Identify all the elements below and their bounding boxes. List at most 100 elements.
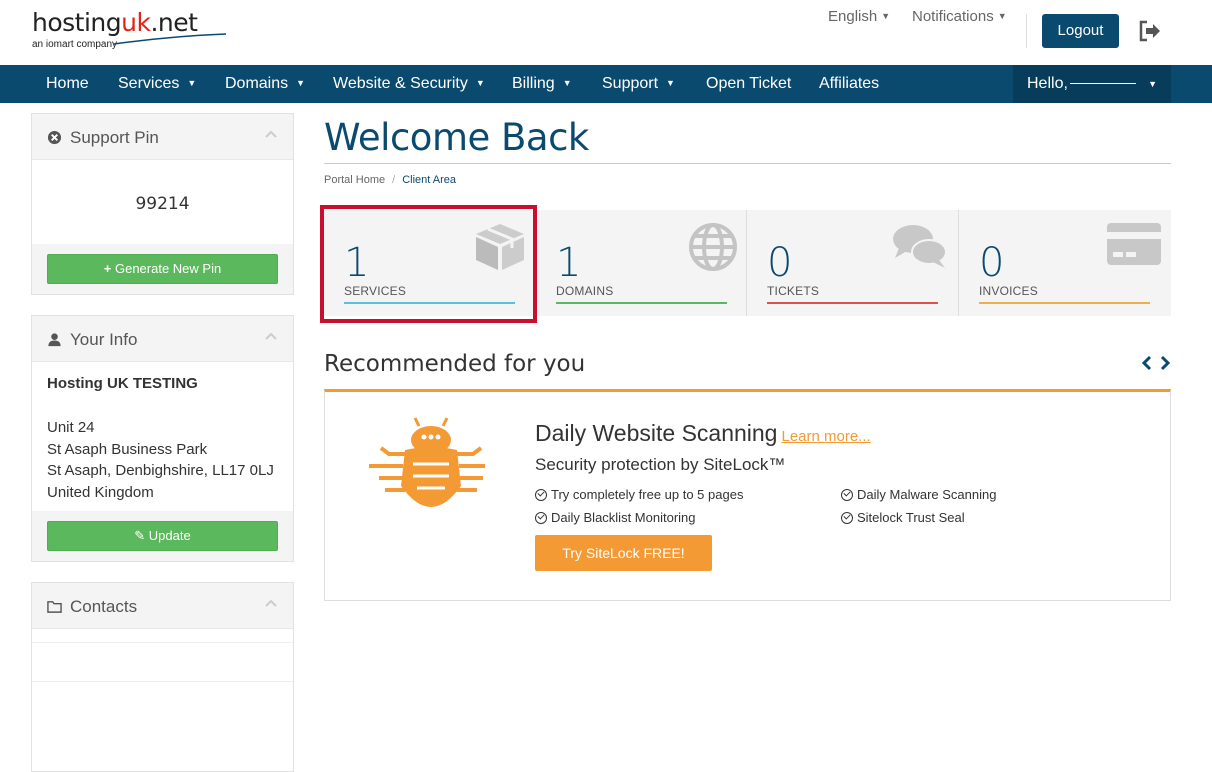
times-circle-icon [47,130,62,145]
caret-down-icon: ▼ [666,78,675,88]
chevron-right-icon[interactable] [1160,355,1171,371]
main-navbar: Home Services ▼ Domains ▼ Website & Securi… [0,65,1212,103]
caret-down-icon: ▼ [1148,79,1157,89]
nav-affiliates[interactable]: Affiliates [819,65,879,103]
breadcrumb-current: Client Area [402,174,457,186]
credit-card-icon [1107,223,1161,265]
learn-more-link[interactable]: Learn more... [781,428,870,445]
nav-open-ticket-label: Open Ticket [706,75,792,92]
product-subtitle: Security protection by SiteLock™ [535,455,786,474]
account-name: Hosting UK TESTING [47,375,198,392]
title-divider [324,163,1171,164]
support-pin-value: 99214 [135,194,190,214]
check-circle-icon [535,512,547,524]
user-menu-dropdown[interactable]: Hello, ▼ [1013,65,1171,103]
top-header: hostinguk.net an iomart company English ▼… [0,0,1212,65]
chevron-up-icon[interactable] [265,599,277,607]
check-circle-icon [841,489,853,501]
feature-item: Daily Blacklist Monitoring [535,510,696,525]
breadcrumb: Portal Home / Client Area [324,174,456,186]
try-sitelock-button[interactable]: Try SiteLock FREE! [535,535,712,571]
logo-swoosh-icon [113,33,227,45]
nav-domains[interactable]: Domains ▼ [225,65,305,103]
address-line: United Kingdom [47,483,154,501]
panel-title: Your Info [70,330,138,349]
panel-header[interactable]: Your Info [32,316,293,362]
comments-icon [893,225,947,268]
address-line: St Asaph, Denbighshire, LL17 0LJ [47,462,274,479]
tickets-label: TICKETS [767,284,820,298]
pencil-icon: ✎ [134,528,146,543]
your-info-panel: Your Info Hosting UK TESTING Unit 24 St … [31,315,294,562]
nav-services[interactable]: Services ▼ [118,65,196,103]
globe-icon [689,223,737,271]
panel-title: Support Pin [70,128,159,147]
caret-down-icon: ▼ [187,78,197,88]
language-dropdown[interactable]: English ▼ [828,8,890,25]
sign-out-icon[interactable] [1138,20,1162,42]
chevron-left-icon[interactable] [1141,355,1152,371]
breadcrumb-separator: / [392,174,396,186]
nav-website-security-label: Website & Security [333,75,468,92]
product-heading: Daily Website Scanning Learn more... [535,420,871,447]
address-line: St Asaph Business Park [47,440,208,458]
generate-new-pin-button[interactable]: + Generate New Pin [47,254,278,284]
notifications-dropdown[interactable]: Notifications ▼ [912,8,1007,25]
update-label: Update [148,528,191,543]
plus-icon: + [103,261,112,276]
invoices-label: INVOICES [979,284,1038,298]
hello-label: Hello, [1027,75,1068,92]
panel-header[interactable]: Contacts [32,583,293,629]
support-pin-panel: Support Pin 99214 + Generate New Pin [31,113,294,295]
chevron-up-icon[interactable] [265,130,277,138]
product-title: Daily Website Scanning [535,420,778,446]
services-tile-highlight [320,205,537,323]
check-circle-icon [535,489,547,501]
sitelock-promo-card: Daily Website Scanning Learn more... Secu… [324,389,1171,601]
chevron-up-icon[interactable] [265,332,277,340]
invoices-tile[interactable]: 0 INVOICES [959,210,1170,316]
tickets-tile[interactable]: 0 TICKETS [747,210,958,316]
tickets-underline [767,302,938,304]
caret-down-icon: ▼ [997,11,1007,21]
caret-down-icon: ▼ [296,78,306,88]
logo-prefix: hosting [32,8,122,37]
nav-support-label: Support [602,75,659,92]
tickets-count: 0 [767,240,793,286]
check-circle-icon [841,512,853,524]
feature-item: Try completely free up to 5 pages [535,487,743,502]
nav-affiliates-label: Affiliates [819,75,880,92]
domains-label: DOMAINS [556,284,614,298]
feature-label: Daily Blacklist Monitoring [551,510,696,525]
folder-icon [47,601,62,613]
bug-icon [369,417,485,507]
nav-support[interactable]: Support ▼ [602,65,675,103]
nav-open-ticket[interactable]: Open Ticket [706,65,791,103]
nav-billing[interactable]: Billing ▼ [512,65,572,103]
nav-home[interactable]: Home [46,65,89,103]
recommended-title: Recommended for you [324,351,586,377]
domains-tile[interactable]: 1 DOMAINS [536,210,747,316]
nav-home-label: Home [46,75,89,92]
logout-button[interactable]: Logout [1042,14,1119,48]
panel-header[interactable]: Support Pin [32,114,293,160]
feature-label: Try completely free up to 5 pages [551,487,744,502]
update-info-button[interactable]: ✎ Update [47,521,278,551]
nav-billing-label: Billing [512,75,555,92]
domains-underline [556,302,727,304]
panel-title: Contacts [70,597,138,616]
domains-count: 1 [556,240,582,286]
list-divider [32,681,293,682]
feature-label: Daily Malware Scanning [857,487,997,502]
hostinguk-logo[interactable]: hostinguk.net an iomart company [32,8,227,50]
generate-pin-label: Generate New Pin [114,261,222,276]
redacted-username [1069,83,1136,85]
list-divider [32,642,293,643]
breadcrumb-home-link[interactable]: Portal Home [324,174,385,186]
contacts-panel: Contacts [31,582,294,772]
nav-website-security[interactable]: Website & Security ▼ [333,65,485,103]
feature-label: Sitelock Trust Seal [857,510,965,525]
invoices-underline [979,302,1150,304]
caret-down-icon: ▼ [562,78,572,88]
caret-down-icon: ▼ [475,78,485,88]
